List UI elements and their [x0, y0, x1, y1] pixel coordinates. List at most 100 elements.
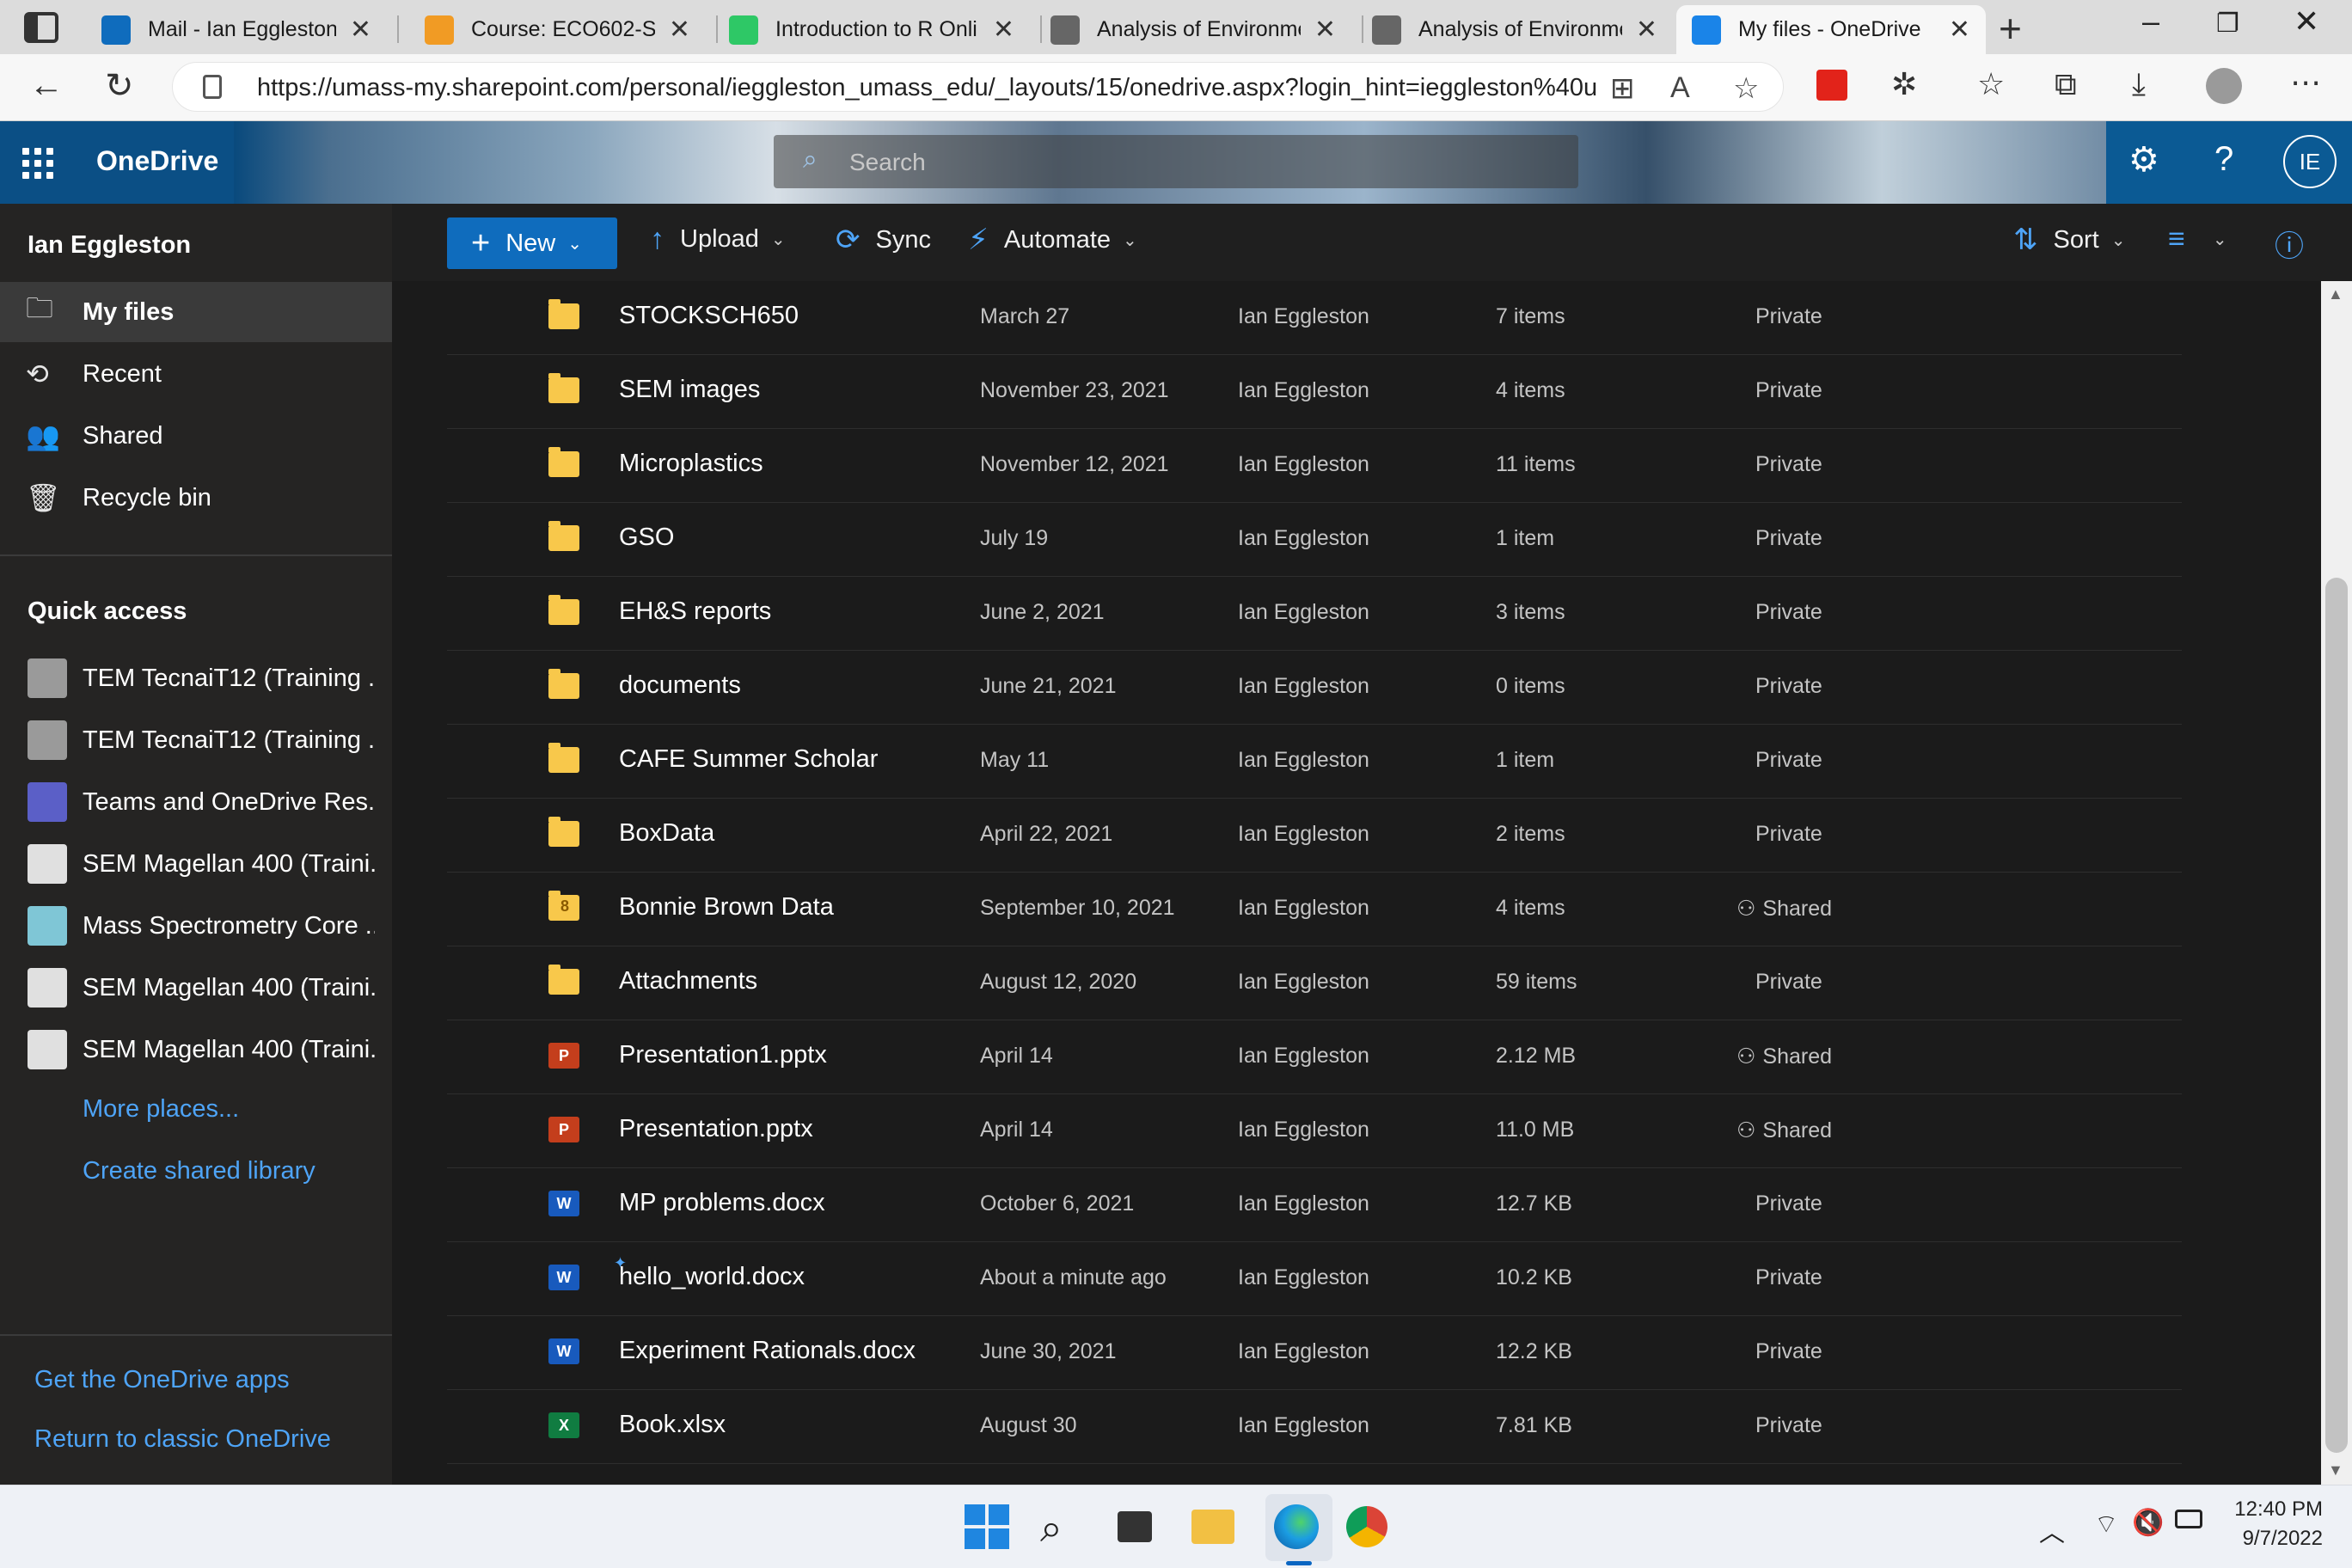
- file-name[interactable]: EH&S reports: [619, 597, 771, 626]
- quick-access-item[interactable]: Teams and OneDrive Res...: [0, 772, 392, 832]
- file-name[interactable]: STOCKSCH650: [619, 302, 799, 330]
- new-button[interactable]: + New ⌄: [447, 217, 617, 269]
- browser-tab[interactable]: Course: ECO602-SEC0 ✕: [409, 5, 706, 54]
- favorite-add-icon[interactable]: ☆: [1733, 71, 1759, 106]
- return-classic-link[interactable]: Return to classic OneDrive: [34, 1425, 331, 1454]
- volume-muted-icon[interactable]: 🔇: [2132, 1508, 2164, 1538]
- browser-tab[interactable]: My files - OneDrive ✕: [1676, 5, 1986, 54]
- file-row[interactable]: EH&S reports June 2, 2021 Ian Eggleston 3 i…: [447, 577, 2182, 651]
- profile-icon[interactable]: [2206, 68, 2242, 104]
- scroll-down-arrow-icon[interactable]: ▼: [2328, 1461, 2343, 1479]
- refresh-icon[interactable]: ↻: [105, 66, 134, 106]
- file-row[interactable]: W Experiment Rationals.docx June 30, 2021 I…: [447, 1316, 2182, 1390]
- sidebar-item-my-files[interactable]: 🗀 My files: [0, 282, 392, 342]
- file-row[interactable]: W MP problems.docx October 6, 2021 Ian Eggl…: [447, 1168, 2182, 1242]
- task-view-icon[interactable]: [1118, 1511, 1152, 1542]
- tab-actions-icon[interactable]: [24, 12, 58, 43]
- new-tab-button[interactable]: +: [1999, 5, 2022, 52]
- close-window-icon[interactable]: ✕: [2294, 3, 2319, 40]
- browser-tab[interactable]: Analysis of Environme ✕: [1357, 5, 1673, 54]
- file-row[interactable]: Bonnie Brown Data September 10, 2021 Ian E…: [447, 873, 2182, 946]
- close-tab-icon[interactable]: ✕: [669, 15, 690, 45]
- back-icon[interactable]: ←: [29, 66, 64, 105]
- file-name[interactable]: Attachments: [619, 967, 757, 995]
- quick-access-item[interactable]: TEM TecnaiT12 (Training ...: [0, 710, 392, 770]
- file-explorer-icon[interactable]: [1191, 1510, 1234, 1544]
- downloads-icon[interactable]: ⤓: [2132, 66, 2146, 103]
- close-tab-icon[interactable]: ✕: [1636, 15, 1657, 45]
- battery-icon[interactable]: [2175, 1510, 2202, 1528]
- file-row[interactable]: SEM images November 23, 2021 Ian Eggleston…: [447, 355, 2182, 429]
- app-launcher-icon[interactable]: [22, 148, 53, 179]
- file-name[interactable]: Bonnie Brown Data: [619, 893, 834, 922]
- browser-tab[interactable]: Mail - Ian Eggleston - (✕: [86, 5, 387, 54]
- settings-gear-icon[interactable]: ⚙: [2128, 140, 2159, 180]
- file-name[interactable]: SEM images: [619, 376, 760, 404]
- file-name[interactable]: CAFE Summer Scholar: [619, 745, 878, 774]
- extension-icon[interactable]: [1816, 70, 1847, 101]
- close-tab-icon[interactable]: ✕: [993, 15, 1014, 45]
- edge-browser-icon[interactable]: [1274, 1504, 1319, 1549]
- close-tab-icon[interactable]: ✕: [1314, 15, 1336, 45]
- read-aloud-icon[interactable]: A: [1670, 71, 1690, 105]
- file-row[interactable]: P Presentation1.pptx April 14 Ian Eggleston…: [447, 1020, 2182, 1094]
- scroll-up-arrow-icon[interactable]: ▲: [2328, 285, 2343, 303]
- sync-button[interactable]: ⟳ Sync: [836, 223, 931, 257]
- quick-access-item[interactable]: SEM Magellan 400 (Traini...: [0, 834, 392, 894]
- file-row[interactable]: Attachments August 12, 2020 Ian Eggleston 5…: [447, 946, 2182, 1020]
- extensions-puzzle-icon[interactable]: ✲: [1891, 66, 1917, 102]
- quick-access-item[interactable]: SEM Magellan 400 (Traini...: [0, 1020, 392, 1080]
- file-row[interactable]: CAFE Summer Scholar May 11 Ian Eggleston 1 …: [447, 725, 2182, 799]
- restore-icon[interactable]: ❐: [2216, 9, 2239, 39]
- sidebar-item-recent[interactable]: ⟲ Recent: [0, 344, 392, 404]
- wifi-icon[interactable]: ⌔: [2094, 1508, 2118, 1540]
- quick-access-item[interactable]: TEM TecnaiT12 (Training ...: [0, 648, 392, 708]
- sidebar-item-shared[interactable]: 👥 Shared: [0, 406, 392, 466]
- collections-icon[interactable]: ⧉: [2055, 66, 2077, 103]
- file-row[interactable]: GSO July 19 Ian Eggleston 1 item Private: [447, 503, 2182, 577]
- file-name[interactable]: Presentation1.pptx: [619, 1041, 827, 1069]
- clock-time[interactable]: 12:40 PM: [2211, 1498, 2323, 1522]
- get-onedrive-apps-link[interactable]: Get the OneDrive apps: [34, 1366, 290, 1394]
- file-name[interactable]: GSO: [619, 524, 674, 552]
- file-row[interactable]: BoxData April 22, 2021 Ian Eggleston 2 item…: [447, 799, 2182, 873]
- file-row[interactable]: documents June 21, 2021 Ian Eggleston 0 ite…: [447, 651, 2182, 725]
- browser-tab[interactable]: Introduction to R Onli ✕: [714, 5, 1030, 54]
- url-field[interactable]: https://umass-my.sharepoint.com/personal…: [172, 62, 1784, 112]
- scrollbar-thumb[interactable]: [2325, 578, 2348, 1453]
- quick-access-item[interactable]: Mass Spectrometry Core ...: [0, 896, 392, 956]
- chrome-browser-icon[interactable]: [1346, 1506, 1387, 1547]
- details-pane-button[interactable]: ⓘ: [2275, 223, 2319, 265]
- search-box[interactable]: ⌕ Search: [774, 135, 1578, 188]
- file-name[interactable]: Presentation.pptx: [619, 1115, 813, 1143]
- start-windows-icon[interactable]: [965, 1504, 1009, 1549]
- close-tab-icon[interactable]: ✕: [1949, 15, 1970, 45]
- file-name[interactable]: Book.xlsx: [619, 1411, 726, 1439]
- close-tab-icon[interactable]: ✕: [350, 15, 371, 45]
- chevron-up-icon[interactable]: ︿: [2039, 1511, 2065, 1549]
- file-name[interactable]: Experiment Rationals.docx: [619, 1337, 916, 1365]
- app-available-icon[interactable]: ⊞: [1610, 71, 1635, 106]
- app-title[interactable]: OneDrive: [96, 145, 218, 177]
- clock-date[interactable]: 9/7/2022: [2211, 1527, 2323, 1551]
- automate-button[interactable]: ⚡ Automate ⌄: [968, 223, 1137, 257]
- file-name[interactable]: Microplastics: [619, 450, 763, 478]
- file-row[interactable]: STOCKSCH650 March 27 Ian Eggleston 7 items P…: [447, 281, 2182, 355]
- minimize-icon[interactable]: –: [2142, 3, 2159, 40]
- sidebar-item-recycle-bin[interactable]: 🗑 Recycle bin: [0, 468, 392, 528]
- file-row[interactable]: P Presentation.pptx April 14 Ian Eggleston 1…: [447, 1094, 2182, 1168]
- file-row[interactable]: W ✦ hello_world.docx About a minute ago Ian …: [447, 1242, 2182, 1316]
- account-avatar[interactable]: IE: [2283, 135, 2337, 188]
- file-name[interactable]: MP problems.docx: [619, 1189, 825, 1217]
- file-name[interactable]: hello_world.docx: [619, 1263, 805, 1291]
- search-icon[interactable]: ⌕: [1040, 1504, 1087, 1551]
- upload-button[interactable]: ↑ Upload ⌄: [650, 223, 786, 256]
- view-options-button[interactable]: ≡ ⌄: [2168, 223, 2227, 256]
- file-row[interactable]: X Book.xlsx August 30 Ian Eggleston 7.81 KB P…: [447, 1390, 2182, 1464]
- file-name[interactable]: BoxData: [619, 819, 714, 848]
- file-name[interactable]: documents: [619, 671, 741, 700]
- browser-tab[interactable]: Analysis of Environme ✕: [1035, 5, 1351, 54]
- more-icon[interactable]: ⋯: [2290, 64, 2321, 101]
- favorites-icon[interactable]: ☆: [1977, 66, 2005, 102]
- more-places-link[interactable]: More places...: [83, 1095, 239, 1124]
